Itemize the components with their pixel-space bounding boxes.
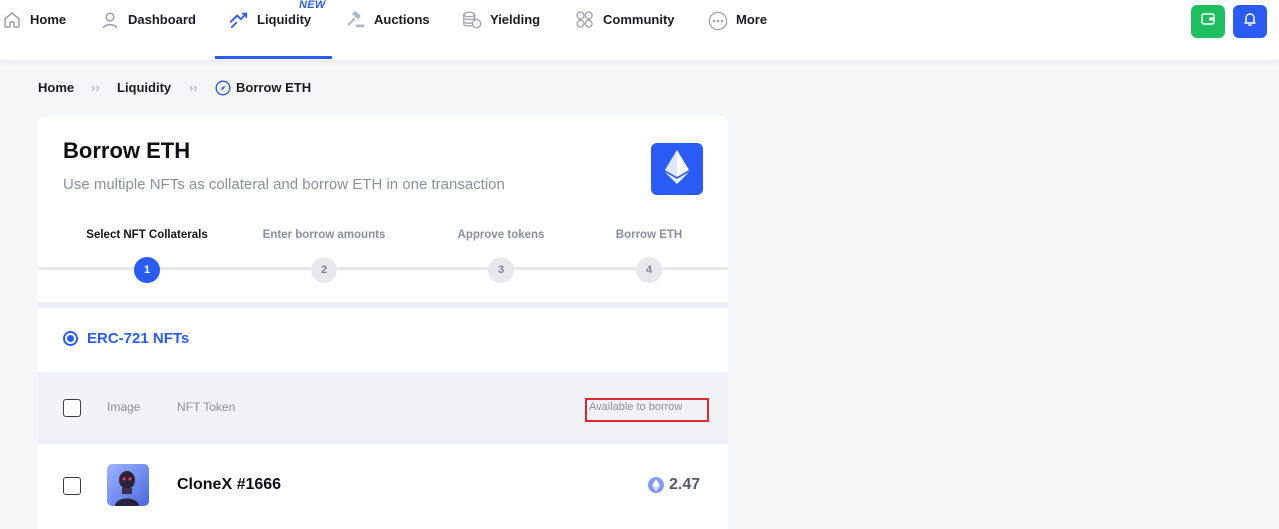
nav-item-auctions[interactable]: Auctions	[346, 0, 430, 60]
new-badge: NEW	[299, 0, 326, 11]
more-dots-icon	[708, 10, 728, 31]
step-label-approve-tokens: Approve tokens	[457, 229, 545, 241]
swap-arrows-icon	[229, 10, 249, 30]
nav-item-community[interactable]: Community	[575, 0, 675, 60]
step-indicator-2: 2	[311, 257, 337, 283]
eth-coin-icon	[648, 477, 664, 493]
breadcrumb-separator: ››	[91, 80, 100, 95]
column-header-token: NFT Token	[177, 400, 236, 414]
select-all-checkbox[interactable]	[63, 399, 81, 417]
wallet-icon	[1200, 11, 1216, 32]
coins-icon	[462, 10, 482, 30]
step-indicator-1: 1	[134, 257, 160, 283]
nav-label: Community	[603, 12, 675, 27]
top-navigation: Home Dashboard Liquidity NEW Auctions Yi…	[0, 0, 1279, 60]
nav-label: Auctions	[374, 12, 430, 27]
nft-image	[107, 464, 149, 506]
breadcrumb-current-label: Borrow ETH	[236, 80, 312, 95]
section-divider	[38, 302, 728, 308]
row-checkbox[interactable]	[63, 477, 81, 495]
breadcrumb-liquidity[interactable]: Liquidity	[117, 79, 171, 97]
step-label-borrow-eth: Borrow ETH	[615, 229, 683, 241]
nav-label: Home	[30, 12, 67, 27]
community-icon	[575, 10, 595, 30]
step-label-enter-amounts: Enter borrow amounts	[262, 229, 386, 241]
gavel-icon	[346, 10, 366, 30]
nft-token-name: CloneX #1666	[177, 476, 282, 493]
step-indicator-3: 3	[488, 257, 514, 283]
nav-item-home[interactable]: Home	[2, 0, 66, 60]
breadcrumb-current: Borrow ETH	[215, 79, 311, 97]
home-icon	[2, 10, 22, 30]
nav-label: More	[736, 12, 768, 27]
step-label-select-collaterals: Select NFT Collaterals	[86, 229, 208, 241]
nav-item-dashboard[interactable]: Dashboard	[100, 0, 196, 60]
page-subtitle: Use multiple NFTs as collateral and borr…	[63, 176, 505, 193]
step-indicator-4: 4	[636, 257, 662, 283]
nav-label: Yielding	[490, 12, 541, 27]
breadcrumb-home[interactable]: Home	[38, 79, 74, 97]
table-row[interactable]: CloneX #1666 2.47	[38, 444, 728, 529]
available-amount-value: 2.47	[669, 476, 701, 493]
nav-label: Liquidity	[257, 12, 312, 27]
user-icon	[100, 10, 120, 30]
token-type-label: ERC-721 NFTs	[87, 330, 190, 347]
breadcrumb-separator: ››	[189, 80, 198, 95]
borrow-card: Borrow ETH Use multiple NFTs as collater…	[38, 116, 728, 529]
token-type-radio-erc721[interactable]: ERC-721 NFTs	[63, 330, 189, 347]
bell-icon	[1242, 11, 1258, 32]
column-header-available[interactable]: Available to borrow	[589, 401, 682, 413]
notification-button[interactable]	[1233, 5, 1267, 38]
wallet-button[interactable]	[1191, 5, 1225, 38]
ethereum-icon	[665, 149, 689, 189]
column-header-image: Image	[107, 400, 141, 414]
ethereum-logo	[651, 143, 703, 195]
active-nav-indicator	[215, 56, 332, 59]
compass-icon	[215, 80, 231, 96]
page-title: Borrow ETH	[63, 138, 191, 163]
nav-label: Dashboard	[128, 12, 196, 27]
nav-item-more[interactable]: More	[708, 0, 767, 60]
nav-item-yielding[interactable]: Yielding	[462, 0, 540, 60]
available-amount: 2.47	[648, 476, 700, 494]
table-header: Image NFT Token Available to borrow	[38, 372, 728, 440]
radio-button[interactable]	[63, 331, 78, 346]
